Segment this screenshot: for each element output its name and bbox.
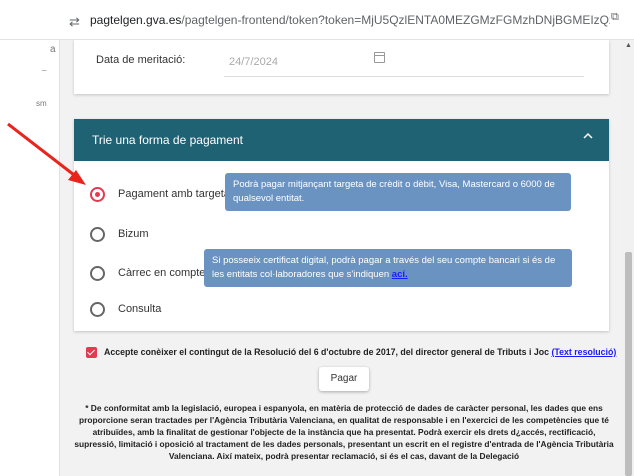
tune-icon[interactable]: ⇄: [69, 14, 80, 30]
url-path: /pagtelgen-frontend/token?token=MjU5QzlE…: [181, 13, 610, 27]
radio-bizum[interactable]: [90, 227, 105, 242]
accept-label: Accepte conèixer el contingut de la Reso…: [104, 347, 549, 357]
radio-card[interactable]: [90, 187, 105, 202]
option-label[interactable]: Bizum: [118, 228, 149, 240]
scrollbar[interactable]: ▲: [623, 40, 634, 476]
bg-mark: _: [42, 62, 47, 71]
bg-mark: a: [50, 44, 56, 55]
accept-checkbox[interactable]: [86, 347, 97, 358]
payment-panel: Trie una forma de pagament Pagament amb …: [74, 119, 609, 331]
tab-icon[interactable]: ⧉: [611, 11, 627, 26]
date-field[interactable]: 24/7/2024: [229, 56, 278, 68]
resolution-link[interactable]: (Text resolució): [551, 347, 616, 357]
payment-header[interactable]: Trie una forma de pagament: [74, 119, 609, 161]
tooltip-text: Podrà pagar mitjançant targeta de crèdit…: [233, 179, 555, 204]
accept-row: Accepte conèixer el contingut de la Reso…: [86, 346, 616, 360]
date-label: Data de meritació:: [96, 54, 186, 66]
legal-notice: * De conformitat amb la legislació, euro…: [74, 403, 614, 461]
pay-button[interactable]: Pagar: [319, 367, 369, 391]
url-text[interactable]: pagtelgen.gva.es/pagtelgen-frontend/toke…: [90, 13, 610, 27]
payment-title: Trie una forma de pagament: [92, 133, 243, 147]
radio-account[interactable]: [90, 266, 105, 281]
scroll-thumb[interactable]: [625, 252, 632, 476]
tooltip-card: Podrà pagar mitjançant targeta de crèdit…: [225, 173, 571, 211]
url-host: pagtelgen.gva.es: [90, 13, 182, 27]
date-card: Data de meritació: 24/7/2024: [74, 40, 609, 94]
date-underline: [224, 76, 584, 77]
accept-text: Accepte conèixer el contingut de la Reso…: [104, 347, 616, 357]
page-content: Data de meritació: 24/7/2024 Trie una fo…: [60, 40, 623, 476]
scroll-up-icon[interactable]: ▲: [625, 42, 632, 49]
tooltip-account: Si posseeix certificat digital, podrà pa…: [204, 249, 572, 287]
chevron-up-icon[interactable]: [583, 131, 593, 141]
tooltip-text: Si posseeix certificat digital, podrà pa…: [212, 255, 556, 280]
bg-mark: sm: [36, 99, 47, 108]
calendar-icon[interactable]: [374, 52, 385, 63]
background-window: a _ sm: [0, 0, 60, 476]
option-label[interactable]: Càrrec en compte: [118, 267, 205, 279]
tooltip-link[interactable]: ací.: [392, 269, 408, 280]
address-bar[interactable]: ⇄ pagtelgen.gva.es/pagtelgen-frontend/to…: [0, 0, 634, 40]
option-label[interactable]: Consulta: [118, 303, 161, 315]
radio-consulta[interactable]: [90, 302, 105, 317]
option-label[interactable]: Pagament amb targeta: [118, 188, 230, 200]
